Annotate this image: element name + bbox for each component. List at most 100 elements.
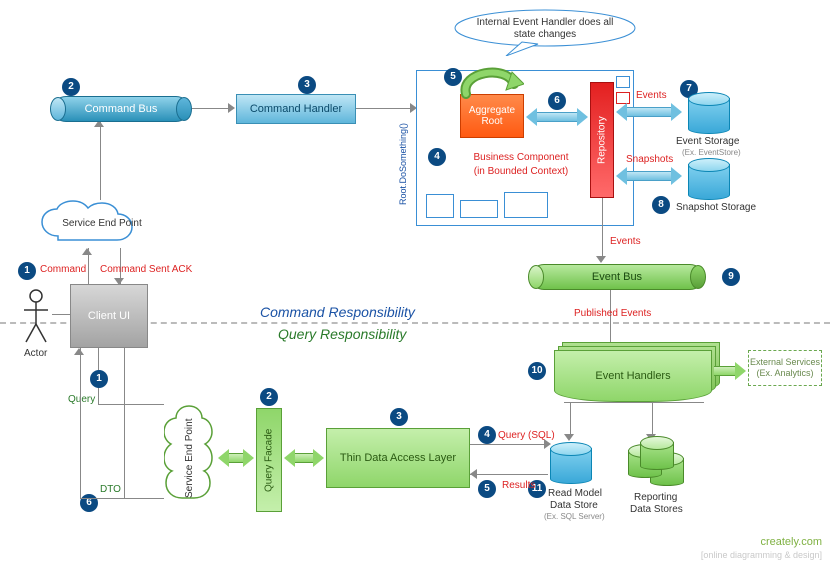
arrowhead-handlers-readmodel — [564, 434, 574, 441]
badge-q5: 5 — [478, 480, 496, 498]
badge-c8: 8 — [652, 196, 670, 214]
callout-label: Internal Event Handler does all state ch… — [452, 2, 638, 56]
aggregate-root-box: Aggregate Root — [460, 94, 524, 138]
client-ui-box: Client UI — [70, 284, 148, 348]
event-storage-db — [688, 92, 730, 134]
arrowhead-up-clientui — [82, 248, 92, 255]
label-events: Events — [636, 90, 667, 101]
command-handler-box: Command Handler — [236, 94, 356, 124]
connector-dto-v — [80, 348, 81, 498]
arrow-repo-snapshot — [616, 168, 682, 184]
service-end-point-top: Service End Point — [38, 200, 166, 248]
arrow-facade-dal — [284, 450, 324, 466]
badge-c9: 9 — [722, 268, 740, 286]
arrow-repo-eventstore — [616, 104, 682, 120]
external-services-l1: External Services — [750, 357, 820, 368]
connector-dto-h — [80, 498, 124, 499]
business-component-l1: Business Component — [456, 152, 586, 163]
query-facade-box: Query Facade — [256, 408, 282, 512]
self-arrow-aggregate — [454, 62, 524, 100]
badge-q6: 6 — [80, 494, 98, 512]
label-root-dosomething: Root.DoSomething() — [398, 110, 408, 205]
reporting-l1: Reporting — [634, 492, 677, 503]
event-handlers-group: Event Handlers — [554, 350, 712, 402]
connector-clientui-sepb-h1 — [98, 404, 164, 405]
command-responsibility-label: Command Responsibility — [260, 304, 415, 320]
badge-q2: 2 — [260, 388, 278, 406]
label-command-sent-ack: Command Sent ACK — [100, 264, 192, 275]
command-bus-label: Command Bus — [85, 103, 158, 115]
event-storage-sub: (Ex. EventStore) — [682, 148, 741, 157]
footer-brand: creately.com — [760, 536, 822, 548]
read-model-l3: (Ex. SQL Server) — [544, 512, 605, 521]
arrowhead-bus-handler — [228, 103, 235, 113]
arrow-agg-repo — [526, 108, 588, 126]
biz-small-box-2 — [460, 200, 498, 218]
label-snapshots: Snapshots — [626, 154, 673, 165]
label-events-down: Events — [610, 236, 641, 247]
service-end-point-bottom: Service End Point — [164, 404, 216, 512]
connector-sep-commandbus — [100, 122, 101, 200]
query-responsibility-label: Query Responsibility — [278, 326, 406, 342]
event-handlers-label: Event Handlers — [595, 370, 670, 382]
repository-box: Repository — [590, 82, 614, 198]
arrowhead-readmodel-dal — [470, 469, 477, 479]
connector-bus-handler — [192, 108, 230, 109]
biz-small-box-3 — [504, 192, 548, 218]
connector-dal-readmodel-2 — [470, 474, 548, 475]
reporting-db-1 — [640, 436, 674, 470]
connector-sepb-clientui-h2 — [124, 498, 164, 499]
connector-handlers-readmodel — [570, 402, 571, 438]
arrowhead-repo-eventbus — [596, 256, 606, 263]
callout-cloud: Internal Event Handler does all state ch… — [452, 8, 638, 56]
business-component-l2: (in Bounded Context) — [456, 166, 586, 177]
connector-actor-clientui — [52, 314, 70, 315]
arrow-sepb-facade — [218, 450, 254, 466]
event-storage-label: Event Storage — [676, 136, 739, 147]
event-bus: Event Bus — [530, 264, 704, 290]
event-bus-label: Event Bus — [592, 271, 642, 283]
arrow-handlers-external — [714, 364, 746, 378]
footer-tagline: [online diagramming & design] — [701, 550, 822, 560]
actor-label: Actor — [24, 348, 47, 359]
badge-q1: 1 — [90, 370, 108, 388]
read-model-l1: Read Model — [548, 488, 602, 499]
biz-small-box-1 — [426, 194, 454, 218]
query-facade-label: Query Facade — [264, 428, 275, 491]
arrowhead-dto-up — [74, 348, 84, 355]
badge-c6: 6 — [548, 92, 566, 110]
external-services-l2: (Ex. Analytics) — [756, 368, 813, 379]
command-bus: Command Bus — [52, 96, 190, 122]
read-model-l2: Data Store — [550, 500, 598, 511]
connector-dal-readmodel-1 — [470, 444, 548, 445]
client-ui-label: Client UI — [88, 310, 130, 322]
connector-sepb-clientui-v — [124, 404, 125, 498]
reporting-l2: Data Stores — [630, 504, 683, 515]
actor-icon — [20, 288, 52, 344]
label-published-events: Published Events — [574, 308, 651, 319]
badge-c3: 3 — [298, 76, 316, 94]
aggregate-root-label: Aggregate Root — [469, 105, 515, 128]
badge-c5: 5 — [444, 68, 462, 86]
biz-small-box-4 — [616, 76, 630, 88]
badge-c2: 2 — [62, 78, 80, 96]
read-model-db — [550, 442, 592, 484]
badge-q3: 3 — [390, 408, 408, 426]
snapshot-storage-db — [688, 158, 730, 200]
connector-handlers-reporting — [652, 402, 653, 438]
service-end-point-bottom-label: Service End Point — [164, 404, 216, 512]
connector-repo-eventbus — [602, 198, 603, 258]
diagram-canvas: Command Responsibility Query Responsibil… — [0, 0, 830, 568]
snapshot-storage-label: Snapshot Storage — [676, 202, 756, 213]
badge-c4: 4 — [428, 148, 446, 166]
thin-dal-label: Thin Data Access Layer — [340, 452, 456, 464]
label-query: Query — [68, 394, 95, 405]
repository-label: Repository — [597, 116, 608, 164]
label-query-sql: Query (SQL) — [498, 430, 555, 441]
connector-handler-biz — [356, 108, 412, 109]
badge-c10: 10 — [528, 362, 546, 380]
arrowhead-down-sep — [114, 278, 124, 285]
label-dto: DTO — [100, 484, 121, 495]
external-services-box: External Services (Ex. Analytics) — [748, 350, 822, 386]
thin-dal-box: Thin Data Access Layer — [326, 428, 470, 488]
